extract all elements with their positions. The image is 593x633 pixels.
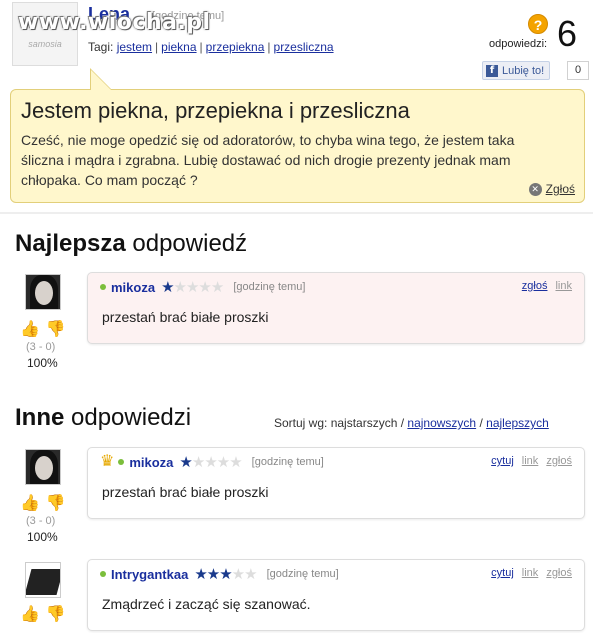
- avatar[interactable]: [25, 274, 61, 310]
- crown-icon: ♛: [100, 453, 115, 470]
- answers-count: 6: [557, 13, 578, 54]
- answer-author[interactable]: mikoza: [129, 455, 173, 470]
- other-answers-heading: Inne odpowiedzi: [15, 404, 192, 431]
- facebook-like-button[interactable]: f Lubię to!: [482, 61, 551, 80]
- like-count: 0: [567, 61, 589, 80]
- avatar[interactable]: [25, 449, 61, 485]
- online-status-icon: [118, 459, 125, 465]
- close-circle-icon: ✕: [528, 182, 542, 196]
- thumbs-up-icon[interactable]: 👍: [20, 321, 40, 339]
- answer-time: [godzinę temu]: [266, 568, 339, 580]
- question-title: Jestem piekna, przepiekna i przesliczna: [21, 98, 410, 123]
- permalink[interactable]: link: [522, 455, 539, 467]
- facebook-icon: f: [486, 64, 498, 77]
- sort-newest-link[interactable]: najnowszych: [407, 416, 476, 430]
- answer-time: [godzinę temu]: [251, 456, 324, 468]
- rank-stars: ★★★★★: [161, 279, 224, 296]
- answer-text: przestań brać białe proszki: [102, 309, 269, 325]
- quote-link[interactable]: cytuj: [491, 455, 514, 467]
- vote-percent: 100%: [27, 530, 58, 544]
- online-status-icon: [100, 284, 106, 290]
- answer-text: przestań brać białe proszki: [102, 484, 269, 500]
- rank-stars: ★★★★★: [179, 454, 242, 471]
- divider: [0, 212, 593, 214]
- online-status-icon: [100, 571, 106, 577]
- answer-author[interactable]: Intrygantkaa: [111, 567, 188, 582]
- tag-link[interactable]: przepiekna: [206, 40, 265, 54]
- tag-link[interactable]: przesliczna: [274, 40, 334, 54]
- report-question-button[interactable]: ✕ Zgłoś: [528, 182, 575, 196]
- answer-card: Intrygantkaa ★★★★★ [godzinę temu] cytuj …: [87, 559, 585, 631]
- answer-text: Zmądrzeć i zacząć się szanować.: [102, 596, 311, 612]
- tag-link[interactable]: jestem: [117, 40, 152, 54]
- report-answer-link[interactable]: zgłoś: [546, 455, 572, 467]
- thumbs-up-icon[interactable]: 👍: [20, 495, 40, 513]
- answers-count-label: odpowiedzi:: [489, 38, 548, 50]
- best-answer-heading: Najlepsza odpowiedź: [15, 230, 248, 257]
- avatar-logo: samosia: [28, 39, 62, 49]
- tags-label: Tagi:: [88, 40, 114, 54]
- sort-options: Sortuj wg: najstarszych / najnowszych / …: [274, 416, 549, 430]
- thumbs-down-icon[interactable]: 👎: [46, 321, 66, 339]
- site-watermark: www.wiocha.pl: [18, 10, 211, 35]
- permalink[interactable]: link: [522, 567, 539, 579]
- like-label: Lubię to!: [502, 64, 545, 77]
- question-body: Cześć, nie moge opedzić się od adoratoró…: [21, 132, 515, 188]
- answer-author[interactable]: mikoza: [111, 280, 155, 295]
- best-answer-card: mikoza ★★★★★ [godzinę temu] zgłoś link p…: [87, 272, 585, 344]
- tag-link[interactable]: piekna: [161, 40, 196, 54]
- answer-card: ♛ mikoza ★★★★★ [godzinę temu] cytuj link…: [87, 447, 585, 519]
- thumbs-down-icon[interactable]: 👎: [46, 606, 66, 624]
- vote-percent: 100%: [27, 356, 58, 370]
- bubble-tail-fill: [91, 70, 111, 90]
- thumbs-up-icon[interactable]: 👍: [20, 606, 40, 624]
- question-mark-icon: ?: [528, 14, 548, 34]
- vote-score: (3 - 0): [26, 341, 56, 353]
- avatar[interactable]: [25, 562, 61, 598]
- sort-label: Sortuj wg: najstarszych /: [274, 416, 405, 430]
- quote-link[interactable]: cytuj: [491, 567, 514, 579]
- permalink[interactable]: link: [555, 280, 572, 292]
- report-answer-link[interactable]: zgłoś: [522, 280, 548, 292]
- rank-stars: ★★★★★: [194, 566, 257, 583]
- report-answer-link[interactable]: zgłoś: [546, 567, 572, 579]
- thumbs-down-icon[interactable]: 👎: [46, 495, 66, 513]
- sort-best-link[interactable]: najlepszych: [486, 416, 549, 430]
- question-bubble: Jestem piekna, przepiekna i przesliczna …: [10, 89, 585, 203]
- answer-time: [godzinę temu]: [233, 281, 306, 293]
- report-label: Zgłoś: [545, 182, 575, 196]
- vote-score: (3 - 0): [26, 515, 56, 527]
- question-tags: Tagi: jestem | piekna | przepiekna | przeslicz…: [88, 40, 334, 54]
